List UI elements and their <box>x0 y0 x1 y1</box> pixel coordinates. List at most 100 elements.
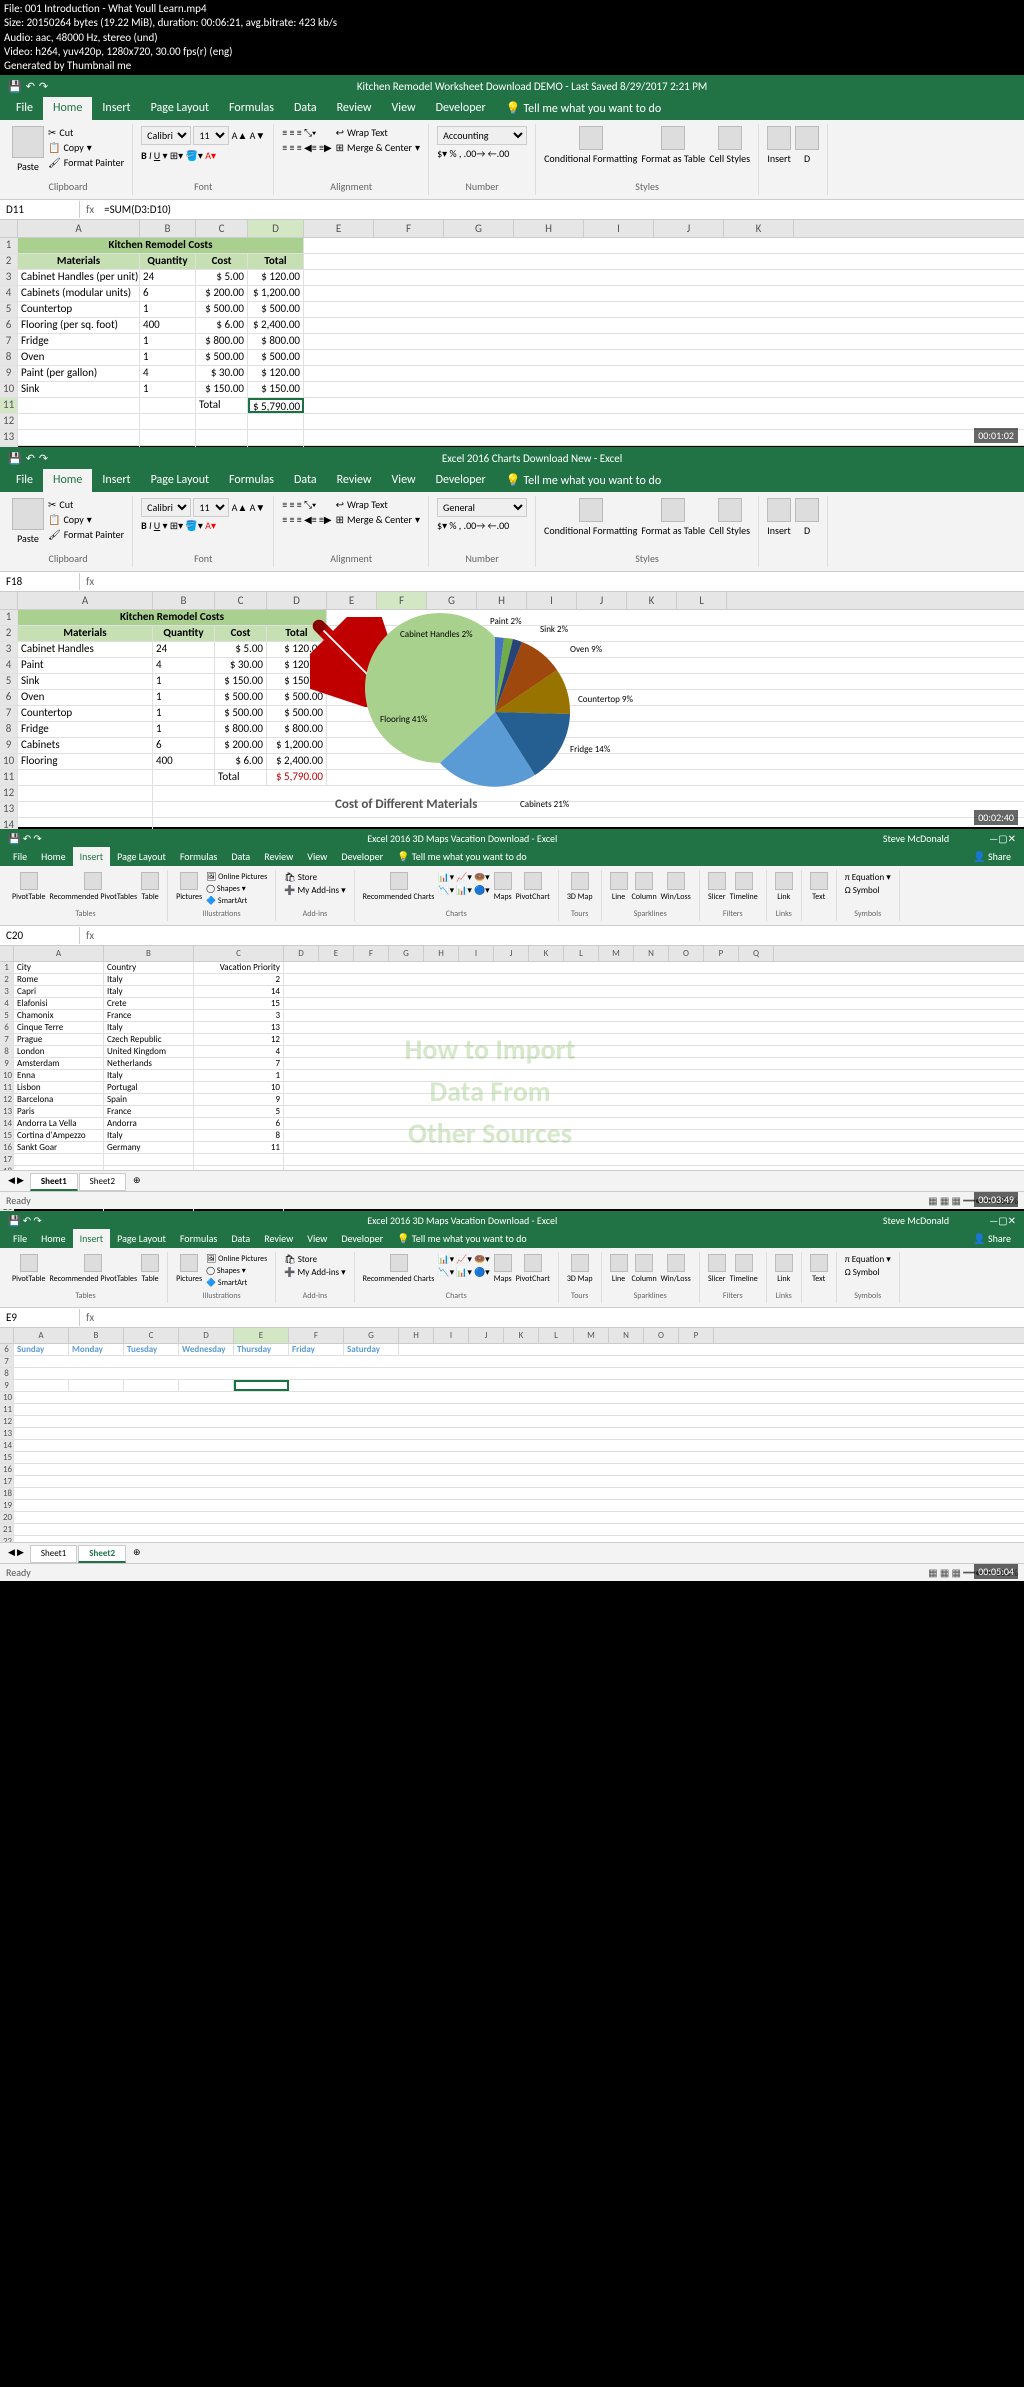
indent-dec-icon[interactable]: ◀≡ <box>304 141 317 154</box>
tab-file[interactable]: File <box>6 97 43 120</box>
tab-review[interactable]: Review <box>327 97 382 120</box>
dec-decimal-icon[interactable]: ←.00 <box>488 147 510 160</box>
font-select[interactable]: Calibri <box>141 126 191 145</box>
close-icon[interactable]: ✕ <box>1008 832 1016 845</box>
tab-insert[interactable]: Insert <box>92 97 140 120</box>
column-headers: ABCDEFGHIJK <box>0 220 1024 238</box>
titlebar: 💾 ↶ ↷ Kitchen Remodel Worksheet Download… <box>0 75 1024 97</box>
undo-icon[interactable]: ↶ <box>26 452 35 465</box>
pictures-button[interactable]: Pictures <box>176 872 202 902</box>
copy-button[interactable]: 📋Copy ▾ <box>48 141 124 154</box>
currency-icon[interactable]: $▾ <box>437 147 447 160</box>
align-right-icon[interactable]: ≡ <box>297 141 302 154</box>
bold-button[interactable]: B <box>141 149 147 162</box>
minimize-icon[interactable]: — <box>989 832 998 845</box>
pivottable-button[interactable]: PivotTable <box>12 872 46 902</box>
fx-icon[interactable]: fx <box>80 203 100 216</box>
cond-format-button[interactable]: Conditional Formatting <box>544 126 637 165</box>
save-icon[interactable]: 💾 <box>8 80 22 93</box>
sheet-tab-1[interactable]: Sheet1 <box>30 1173 78 1191</box>
tab-insert[interactable]: Insert <box>92 469 140 492</box>
format-painter-button[interactable]: 🖌Format Painter <box>48 528 124 541</box>
paste-button[interactable]: Paste <box>12 126 44 173</box>
cell-styles-button[interactable]: Cell Styles <box>709 126 750 165</box>
copy-button[interactable]: 📋Copy ▾ <box>48 513 124 526</box>
cond-format-icon <box>579 126 603 150</box>
group-styles: Conditional Formatting Format as Table C… <box>536 124 759 195</box>
cut-button[interactable]: ✂Cut <box>48 498 124 511</box>
format-painter-button[interactable]: 🖌Format Painter <box>48 156 124 169</box>
timestamp: 00:03:49 <box>974 1192 1018 1207</box>
timestamp: 00:05:04 <box>974 1564 1018 1579</box>
tell-me[interactable]: 💡 Tell me what you want to do <box>496 97 672 120</box>
table-button[interactable]: Table <box>141 872 159 902</box>
font-size[interactable]: 11 <box>193 126 229 145</box>
save-icon[interactable]: 💾 <box>8 452 22 465</box>
align-left-icon[interactable]: ≡ <box>282 141 287 154</box>
underline-button[interactable]: U <box>154 149 160 162</box>
pivotchart-button[interactable]: PivotChart <box>516 872 550 902</box>
tab-data[interactable]: Data <box>284 469 327 492</box>
decrease-font-icon[interactable]: A▼ <box>250 129 266 142</box>
align-bot-icon[interactable]: ≡ <box>297 126 302 139</box>
delete-cells-button[interactable]: D <box>795 126 819 165</box>
inc-decimal-icon[interactable]: .00→ <box>464 147 486 160</box>
tab-home[interactable]: Home <box>43 97 92 120</box>
name-box[interactable]: D11 <box>0 201 80 218</box>
group-alignment: ≡ ≡ ≡ ⤡▾ ≡ ≡ ≡ ◀≡ ≡▶ ↩Wrap Text ⊞Merge &… <box>274 124 429 195</box>
align-center-icon[interactable]: ≡ <box>290 141 295 154</box>
paste-button[interactable]: Paste <box>12 498 44 545</box>
font-color-button[interactable]: A▾ <box>205 149 216 162</box>
add-sheet-icon[interactable]: ⊕ <box>127 1173 147 1191</box>
tab-view[interactable]: View <box>382 97 426 120</box>
merge-button[interactable]: ⊞Merge & Center ▾ <box>336 141 420 154</box>
rec-charts-button[interactable]: Recommended Charts <box>363 872 435 902</box>
table-icon <box>661 126 685 150</box>
excel-panel-3: 💾 ↶ ↷Excel 2016 3D Maps Vacation Downloa… <box>0 829 1024 1209</box>
font-select[interactable]: Calibri <box>141 498 191 517</box>
wrap-text-button[interactable]: ↩Wrap Text <box>336 126 420 139</box>
tab-developer[interactable]: Developer <box>426 97 496 120</box>
formula-input[interactable]: =SUM(D3:D10) <box>100 203 1024 216</box>
number-format-select[interactable]: General <box>437 498 527 517</box>
sheet-tab-2[interactable]: Sheet2 <box>79 1173 126 1191</box>
format-table-button[interactable]: Format as Table <box>641 126 705 165</box>
tab-data[interactable]: Data <box>284 97 327 120</box>
align-mid-icon[interactable]: ≡ <box>290 126 295 139</box>
3dmap-button[interactable]: 3D Map <box>567 872 593 902</box>
border-button[interactable]: ⊞▾ <box>170 149 183 162</box>
undo-icon[interactable]: ↶ <box>26 80 35 93</box>
insert-cells-button[interactable]: Insert <box>767 126 791 165</box>
tab-view[interactable]: View <box>382 469 426 492</box>
table-row: 5Countertop1$ 500.00$ 500.00 <box>0 302 1024 318</box>
increase-font-icon[interactable]: A▲ <box>232 129 248 142</box>
indent-inc-icon[interactable]: ≡▶ <box>319 141 332 154</box>
tab-formulas[interactable]: Formulas <box>219 97 284 120</box>
align-top-icon[interactable]: ≡ <box>282 126 287 139</box>
tab-developer[interactable]: Developer <box>426 469 496 492</box>
name-box[interactable]: F18 <box>0 573 80 590</box>
tab-home[interactable]: Home <box>43 469 92 492</box>
share-button[interactable]: 👤 Share <box>966 847 1018 866</box>
rec-pivot-button[interactable]: Recommended PivotTables <box>50 872 138 902</box>
tell-me[interactable]: 💡 Tell me what you want to do <box>496 469 671 492</box>
italic-button[interactable]: I <box>149 149 152 162</box>
tab-page[interactable]: Page Layout <box>141 469 219 492</box>
redo-icon[interactable]: ↷ <box>39 80 48 93</box>
percent-icon[interactable]: % <box>449 147 456 160</box>
maximize-icon[interactable]: ▢ <box>998 832 1007 845</box>
redo-icon[interactable]: ↷ <box>39 452 48 465</box>
comma-icon[interactable]: , <box>459 147 462 160</box>
number-format-select[interactable]: Accounting <box>437 126 527 145</box>
tab-review[interactable]: Review <box>327 469 382 492</box>
fill-color-button[interactable]: 🪣▾ <box>185 149 202 162</box>
label-cabinet-handles: Cabinet Handles 2% <box>400 629 473 640</box>
excel-panel-4: 💾 ↶ ↷Excel 2016 3D Maps Vacation Downloa… <box>0 1211 1024 1581</box>
orientation-icon[interactable]: ⤡▾ <box>304 126 316 139</box>
tab-formulas[interactable]: Formulas <box>219 469 284 492</box>
tab-page[interactable]: Page Layout <box>141 97 219 120</box>
tab-file[interactable]: File <box>6 469 43 492</box>
font-size[interactable]: 11 <box>193 498 229 517</box>
maps-button[interactable]: Maps <box>494 872 512 902</box>
cut-button[interactable]: ✂Cut <box>48 126 124 139</box>
